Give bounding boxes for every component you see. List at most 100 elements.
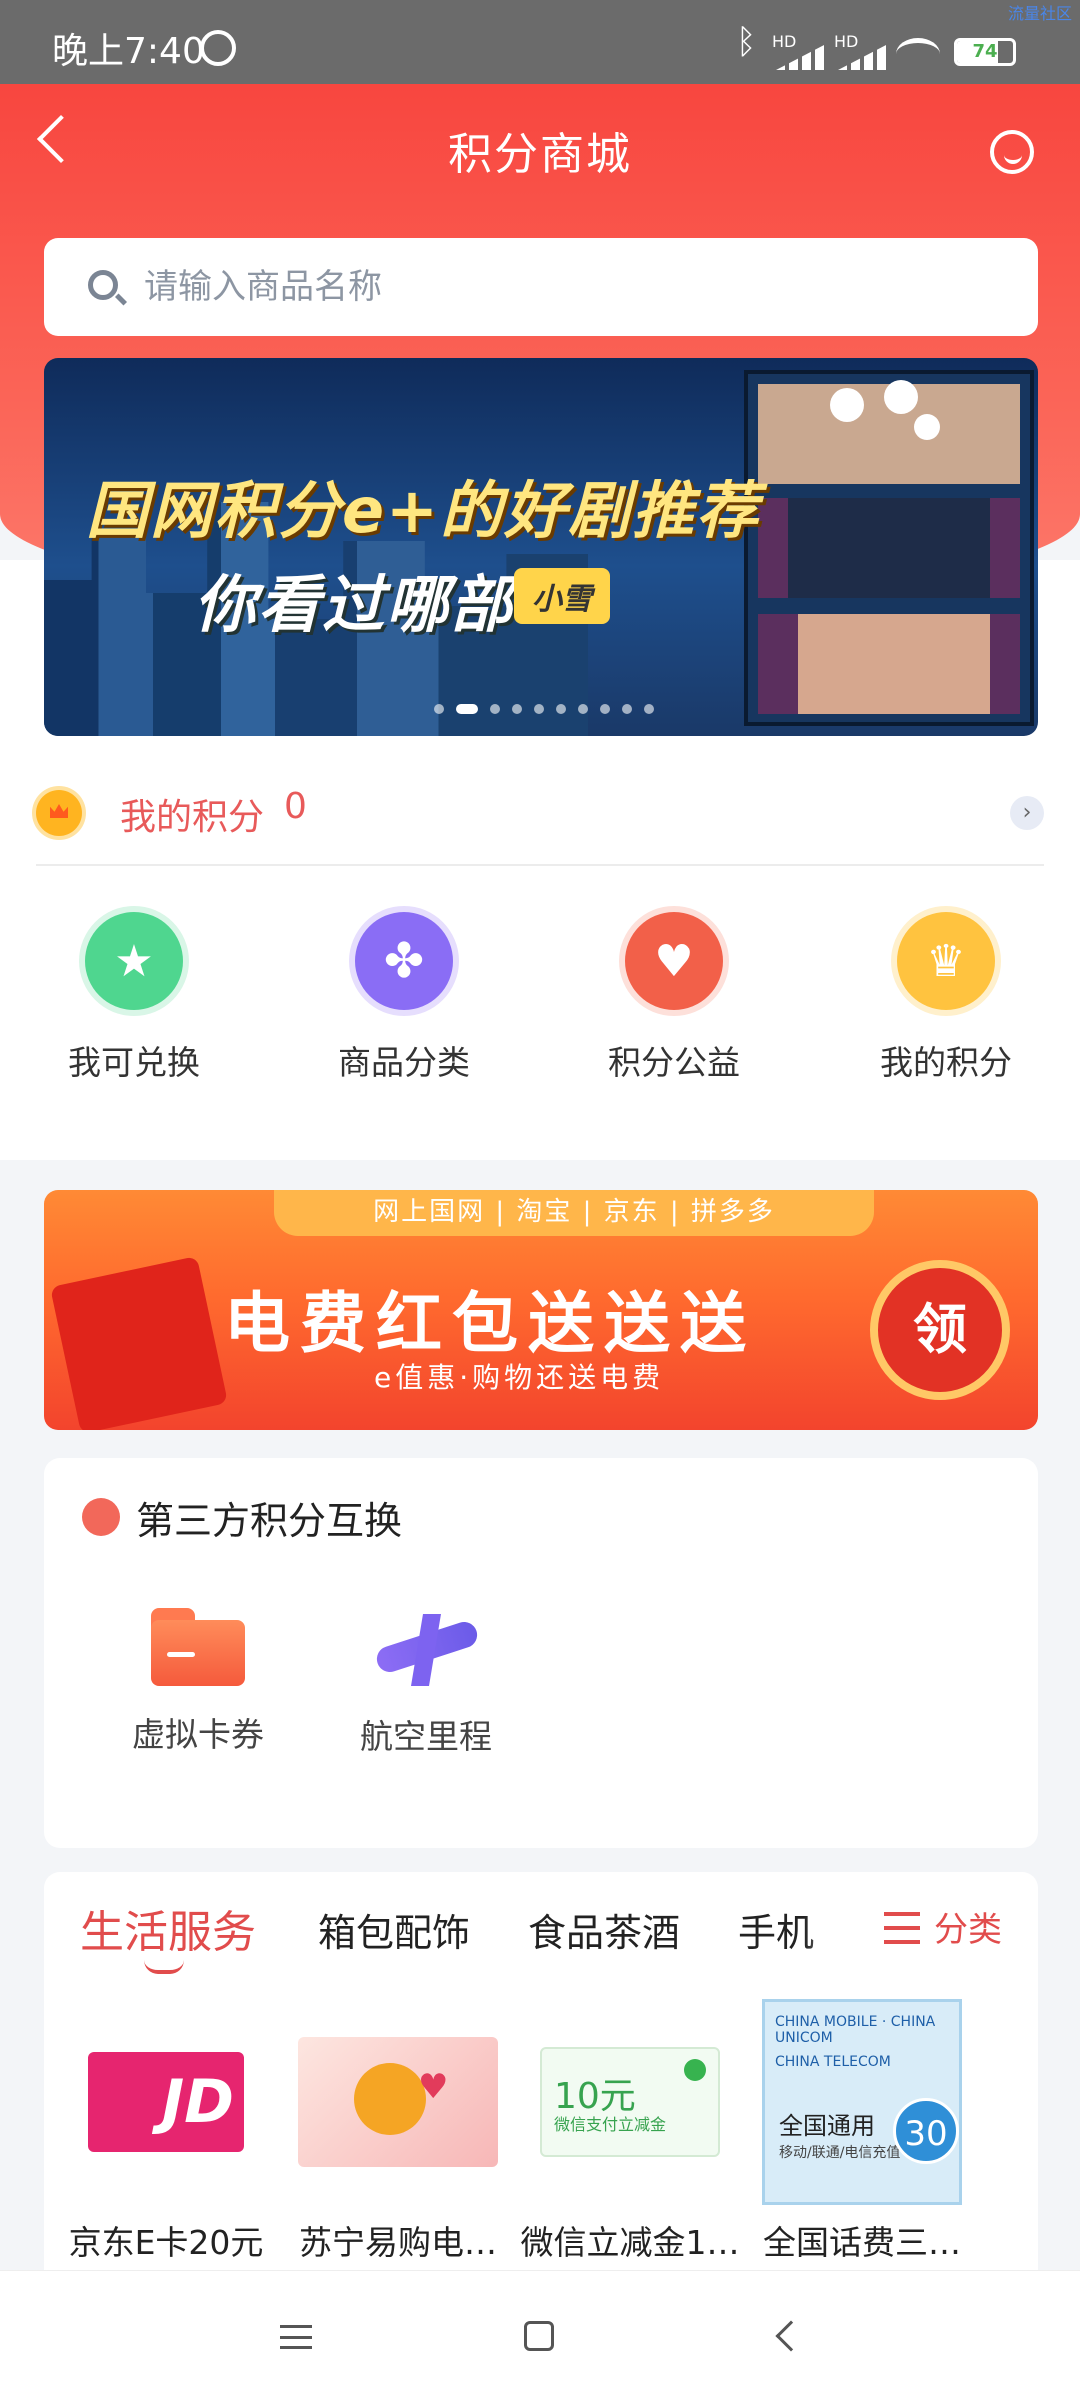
- carrier-logos: CHINA MOBILE · CHINA UNICOM: [775, 2014, 936, 2046]
- network-label-1: HD: [772, 32, 797, 51]
- carousel-dot[interactable]: [578, 704, 588, 714]
- back-icon[interactable]: [775, 2320, 807, 2352]
- carrier-logo: CHINA TELECOM: [775, 2054, 891, 2070]
- product-name: 微信立减金1…: [520, 2223, 740, 2262]
- tab-life-services[interactable]: 生活服务: [80, 1896, 256, 1960]
- coupon-desc: 微信支付立减金: [554, 2115, 667, 2134]
- credit-sub: 移动/联通/电信充值: [779, 2145, 901, 2161]
- product-image: CHINA MOBILE · CHINA UNICOM CHINA TELECO…: [762, 1999, 962, 2205]
- crown-icon: ♛: [897, 912, 995, 1010]
- product-section: 生活服务 箱包配饰 食品茶酒 手机 分类 JD 京东E卡20元 ♥ 苏宁易购电……: [44, 1872, 1038, 2272]
- list-icon: [884, 1912, 920, 1944]
- search-icon: [88, 270, 118, 300]
- product-image: 10元 微信支付立减金: [530, 2002, 730, 2202]
- airplane-icon: [371, 1604, 481, 1688]
- banner-lamp: [830, 388, 864, 422]
- product-item[interactable]: CHINA MOBILE · CHINA UNICOM CHINA TELECO…: [752, 1999, 972, 2262]
- product-item[interactable]: ♥ 苏宁易购电…: [288, 2002, 508, 2262]
- carousel-dot[interactable]: [490, 704, 500, 714]
- search-input[interactable]: [144, 258, 944, 316]
- carousel-dot[interactable]: [644, 704, 654, 714]
- wechat-icon: [684, 2059, 706, 2081]
- active-tab-indicator: [144, 1960, 184, 1974]
- quick-link-label: 积分公益: [608, 1043, 740, 1082]
- points-value: 0: [284, 786, 307, 827]
- alarm-icon: [200, 30, 236, 66]
- home-icon[interactable]: [524, 2321, 554, 2351]
- category-button-label: 分类: [934, 1910, 1002, 1950]
- phone-credit-image: CHINA MOBILE · CHINA UNICOM CHINA TELECO…: [762, 1999, 962, 2205]
- star-icon: ★: [85, 912, 183, 1010]
- tab-food-tea-wine[interactable]: 食品茶酒: [528, 1902, 680, 1957]
- product-name: 全国话费三…: [763, 2223, 961, 2262]
- carousel-dot[interactable]: [456, 704, 478, 714]
- grid-icon: ✤: [355, 912, 453, 1010]
- carousel-dot[interactable]: [434, 704, 444, 714]
- network-label-2: HD: [834, 32, 859, 51]
- quick-link-label: 商品分类: [338, 1043, 470, 1082]
- corner-link[interactable]: 流量社区: [1008, 0, 1072, 24]
- banner-window: [758, 498, 1020, 598]
- exchange-item-label: 航空里程: [360, 1717, 492, 1756]
- search-bar[interactable]: [44, 238, 1038, 336]
- credit-amount: 30: [893, 2098, 959, 2164]
- wifi-icon: [896, 38, 940, 70]
- exchange-item-label: 虚拟卡券: [132, 1715, 264, 1754]
- category-button[interactable]: 分类: [884, 1898, 1038, 1958]
- quick-link-categories[interactable]: ✤ 商品分类: [304, 912, 504, 1112]
- promo-title: 电费红包送送送: [224, 1285, 756, 1362]
- points-label: 我的积分: [120, 797, 265, 838]
- jd-card-image: JD: [88, 2052, 244, 2152]
- status-bar: 晚上7:40 ᛒ HD HD 74: [0, 0, 1080, 84]
- banner-tag: 小雪: [514, 568, 610, 624]
- heart-icon: ♥: [625, 912, 723, 1010]
- product-image: JD: [66, 2002, 266, 2202]
- menu-icon[interactable]: [280, 2325, 312, 2349]
- tab-scroll-fade: [804, 1884, 864, 1964]
- promo-platforms: 网上国网 | 淘宝 | 京东 | 拼多多: [274, 1190, 874, 1236]
- carousel-dot[interactable]: [534, 704, 544, 714]
- my-points-row[interactable]: 我的积分 0 ›: [36, 772, 1044, 866]
- battery-icon: 74: [954, 38, 1016, 66]
- banner-lamp: [914, 414, 940, 440]
- quick-link-label: 我可兑换: [68, 1043, 200, 1082]
- crown-icon: [36, 790, 82, 836]
- exchange-item-air-miles[interactable]: 航空里程: [326, 1604, 526, 1758]
- product-item[interactable]: 10元 微信支付立减金 微信立减金1…: [520, 2002, 740, 2262]
- exchange-item-virtual-coupon[interactable]: 虚拟卡券: [98, 1608, 298, 1756]
- claim-button[interactable]: 领: [870, 1260, 1010, 1400]
- banner-window: [758, 614, 1020, 714]
- carousel-dot[interactable]: [622, 704, 632, 714]
- carousel-dot[interactable]: [512, 704, 522, 714]
- exchange-icon: [82, 1498, 120, 1536]
- carousel-dot[interactable]: [600, 704, 610, 714]
- quick-link-charity[interactable]: ♥ 积分公益: [574, 912, 774, 1112]
- product-name: 苏宁易购电…: [299, 2223, 497, 2262]
- page-title: 积分商城: [448, 129, 632, 180]
- suning-card-image: ♥: [298, 2037, 498, 2167]
- quick-link-my-points[interactable]: ♛ 我的积分: [846, 912, 1046, 1112]
- carousel-dot[interactable]: [556, 704, 566, 714]
- system-nav-bar: [0, 2270, 1080, 2400]
- banner-carousel[interactable]: 国网积分e+的好剧推荐 你看过哪部 小雪: [44, 358, 1038, 736]
- banner-lamp: [884, 380, 918, 414]
- chevron-right-icon[interactable]: ›: [1010, 796, 1044, 830]
- credit-text: 全国通用: [779, 2112, 875, 2140]
- bluetooth-icon: ᛒ: [736, 22, 757, 62]
- banner-subheadline: 你看过哪部: [194, 568, 515, 641]
- section-title: 第三方积分互换: [136, 1499, 403, 1543]
- quick-link-redeemable[interactable]: ★ 我可兑换: [34, 912, 234, 1112]
- tab-bags-accessories[interactable]: 箱包配饰: [318, 1902, 470, 1957]
- product-item[interactable]: JD 京东E卡20元: [56, 2002, 276, 2262]
- carousel-indicator: [434, 704, 654, 714]
- battery-percent: 74: [972, 41, 998, 62]
- product-name: 京东E卡20元: [68, 2223, 264, 2262]
- quick-link-label: 我的积分: [880, 1043, 1012, 1082]
- promo-banner[interactable]: 网上国网 | 淘宝 | 京东 | 拼多多 电费红包送送送 e值惠·购物还送电费 …: [44, 1190, 1038, 1430]
- tab-phone[interactable]: 手机: [738, 1902, 814, 1957]
- promo-subtitle: e值惠·购物还送电费: [374, 1361, 665, 1394]
- message-icon[interactable]: [990, 130, 1034, 174]
- wechat-coupon-image: 10元 微信支付立减金: [540, 2047, 720, 2157]
- folder-icon: [151, 1608, 245, 1686]
- product-image: ♥: [298, 2002, 498, 2202]
